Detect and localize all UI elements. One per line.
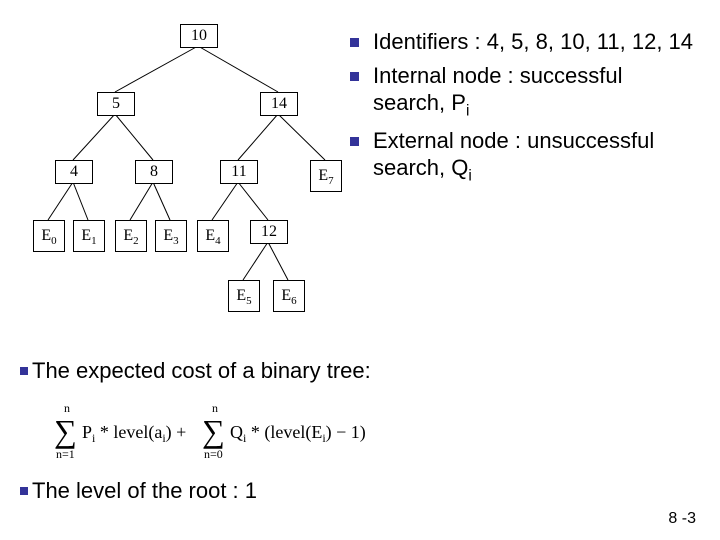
bullet-root-level: The level of the root : 1 xyxy=(20,478,700,504)
leaf-e0: E0 xyxy=(33,220,65,252)
leaf-label: E xyxy=(205,227,215,244)
leaf-e4: E4 xyxy=(197,220,229,252)
bullet-expected-cost: The expected cost of a binary tree: xyxy=(20,358,700,384)
leaf-label: E xyxy=(123,227,133,244)
bullet-text-part: Internal node : successful search, P xyxy=(373,63,622,116)
node-label: 5 xyxy=(112,95,120,112)
svg-text:n=1: n=1 xyxy=(56,447,75,461)
leaf-label: E xyxy=(163,227,173,244)
leaf-sub: 6 xyxy=(291,295,297,307)
node-12: 12 xyxy=(250,220,288,244)
bullet-text-part: External node : unsuccessful search, Q xyxy=(373,128,654,181)
bullet-text: Internal node : successful search, Pi xyxy=(373,62,700,121)
leaf-e5: E5 xyxy=(228,280,260,312)
square-bullet-icon xyxy=(20,367,28,375)
leaf-e3: E3 xyxy=(155,220,187,252)
slide: 10 5 14 4 8 11 12 E0 E1 E2 E3 E4 E7 E5 E… xyxy=(0,0,720,540)
leaf-e6: E6 xyxy=(273,280,305,312)
square-bullet-icon xyxy=(350,72,359,81)
leaf-sub: 3 xyxy=(173,235,179,247)
node-label: 8 xyxy=(150,163,158,180)
leaf-e1: E1 xyxy=(73,220,105,252)
bullet-external-node: External node : unsuccessful search, Qi xyxy=(350,127,700,186)
svg-text:∑: ∑ xyxy=(54,413,77,449)
square-bullet-icon xyxy=(350,137,359,146)
bullet-subscript: i xyxy=(468,168,471,185)
leaf-sub: 7 xyxy=(328,175,334,187)
bullet-internal-node: Internal node : successful search, Pi xyxy=(350,62,700,121)
node-4: 4 xyxy=(55,160,93,184)
formula-expected-cost: n ∑ n=1 Pi * level(ai) + n ∑ n=0 Qi * (l… xyxy=(50,398,390,468)
leaf-sub: 1 xyxy=(91,235,97,247)
leaf-label: E xyxy=(41,227,51,244)
node-label: 11 xyxy=(231,163,246,180)
bullet-text: External node : unsuccessful search, Qi xyxy=(373,127,700,186)
page-number: 8 -3 xyxy=(668,510,696,528)
node-label: 4 xyxy=(70,163,78,180)
leaf-e2: E2 xyxy=(115,220,147,252)
svg-text:∑: ∑ xyxy=(202,413,225,449)
leaf-label: E xyxy=(81,227,91,244)
bullet-text: Identifiers : 4, 5, 8, 10, 11, 12, 14 xyxy=(373,28,700,56)
node-10: 10 xyxy=(180,24,218,48)
leaf-label: E xyxy=(236,287,246,304)
right-bullet-list: Identifiers : 4, 5, 8, 10, 11, 12, 14 In… xyxy=(350,28,700,192)
node-label: 10 xyxy=(191,27,207,44)
formula-svg: n ∑ n=1 Pi * level(ai) + n ∑ n=0 Qi * (l… xyxy=(50,398,390,468)
bullet-text: The expected cost of a binary tree: xyxy=(32,358,371,383)
node-5: 5 xyxy=(97,92,135,116)
square-bullet-icon xyxy=(350,38,359,47)
node-label: 14 xyxy=(271,95,287,112)
svg-text:Pi * level(ai) +: Pi * level(ai) + xyxy=(82,422,186,445)
leaf-label: E xyxy=(281,287,291,304)
leaf-e7: E7 xyxy=(310,160,342,192)
node-14: 14 xyxy=(260,92,298,116)
leaf-sub: 4 xyxy=(215,235,221,247)
leaf-sub: 5 xyxy=(246,295,252,307)
leaf-sub: 2 xyxy=(133,235,139,247)
leaf-label: E xyxy=(318,167,328,184)
tree-diagram: 10 5 14 4 8 11 12 E0 E1 E2 E3 E4 E7 E5 E… xyxy=(30,20,360,340)
bullet-identifiers: Identifiers : 4, 5, 8, 10, 11, 12, 14 xyxy=(350,28,700,56)
node-label: 12 xyxy=(261,223,277,240)
svg-text:Qi * (level(Ei) − 1): Qi * (level(Ei) − 1) xyxy=(230,422,366,445)
svg-text:n=0: n=0 xyxy=(204,447,223,461)
bullet-text: The level of the root : 1 xyxy=(32,478,257,503)
node-11: 11 xyxy=(220,160,258,184)
node-8: 8 xyxy=(135,160,173,184)
leaf-sub: 0 xyxy=(51,235,57,247)
square-bullet-icon xyxy=(20,487,28,495)
bullet-subscript: i xyxy=(466,102,469,119)
